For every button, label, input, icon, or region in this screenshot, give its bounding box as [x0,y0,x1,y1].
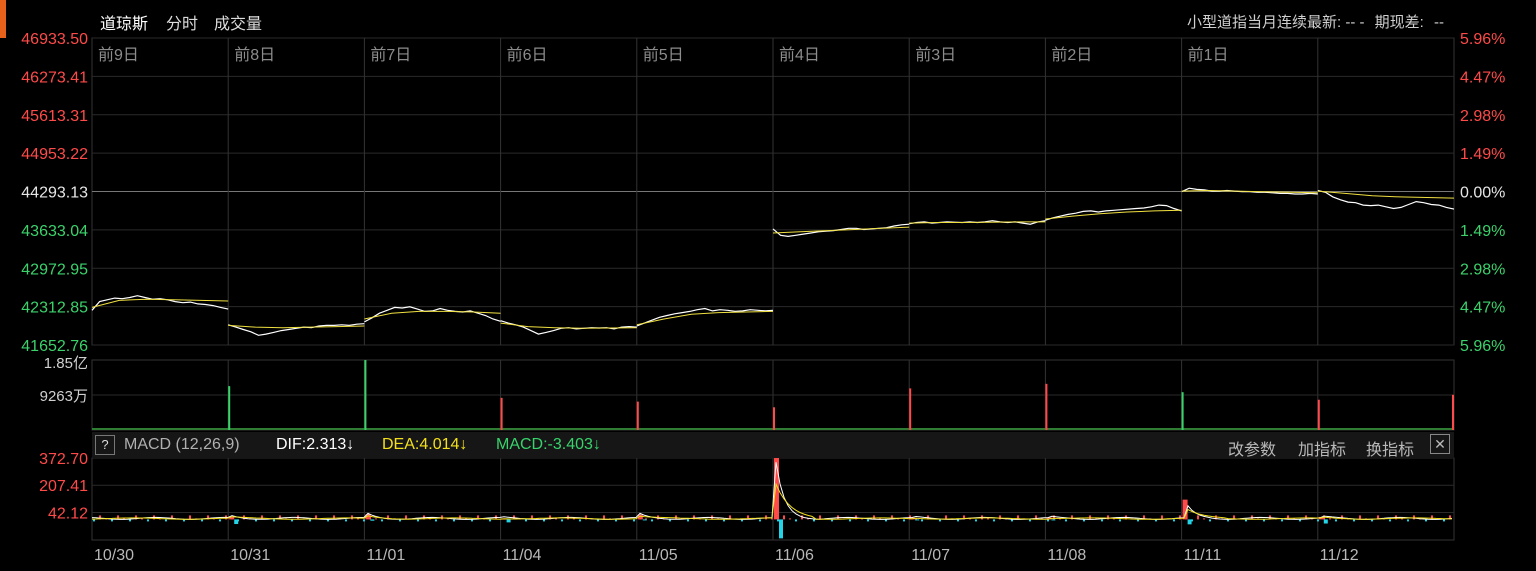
macd-histogram-bar [1323,519,1328,524]
percent-tick-label: 5.96% [1460,338,1505,355]
day-label: 前7日 [370,46,411,64]
price-tick-label: 43633.04 [21,223,88,240]
macd-value: MACD:-3.403↓ [496,436,601,453]
multi-day-chart[interactable]: 46933.50 5.96% 46273.41 4.47% 45613.31 2.98% 4… [0,0,1536,571]
close-icon[interactable]: ✕ [1430,434,1450,454]
date-label: 11/06 [775,547,814,564]
price-tick-label: 45613.31 [21,108,88,125]
price-tick-label: 42312.85 [21,300,88,317]
add-indicator-button[interactable]: 加指标 [1298,436,1346,460]
day-label: 前8日 [234,46,275,64]
price-line [500,320,637,335]
day-label: 前5日 [643,46,684,64]
date-label: 11/05 [639,547,678,564]
day-label: 前6日 [507,46,548,64]
macd-histogram-bar [506,519,511,523]
average-price-line [364,310,501,320]
percent-tick-label: 4.47% [1460,69,1505,86]
dea-line [91,482,1453,520]
date-label: 11/12 [1320,547,1359,564]
price-line [228,323,365,336]
price-line [91,295,229,311]
percent-tick-label: 2.98% [1460,108,1505,125]
date-label: 11/04 [503,547,542,564]
day-label: 前3日 [915,46,956,64]
price-tick-label: 41652.76 [21,338,88,355]
average-price-line [1317,190,1455,199]
price-tick-label: 44953.22 [21,146,88,163]
price-tick-label: 44293.13 [21,185,88,202]
macd-histogram-bar [779,519,783,539]
volume-tick-label: 9263万 [40,388,88,405]
macd-histogram-bar [370,519,375,521]
percent-tick-label: 0.00% [1460,185,1505,202]
average-price-line [228,324,365,329]
macd-name: MACD (12,26,9) [124,436,240,453]
price-tick-label: 46273.41 [21,69,88,86]
percent-tick-label: 5.96% [1460,31,1505,48]
macd-histogram-bar [642,519,647,521]
percent-tick-label: 1.49% [1460,146,1505,163]
macd-tick-label: 207.41 [39,478,88,495]
percent-tick-label: 1.49% [1460,223,1505,240]
price-tick-label: 46933.50 [21,31,88,48]
dif-line [91,462,1453,520]
date-label: 10/31 [230,547,270,564]
date-label: 10/30 [94,547,134,564]
date-label: 11/07 [911,547,950,564]
day-label: 前9日 [98,46,139,64]
macd-tick-label: 372.70 [39,451,88,468]
price-tick-label: 42972.95 [21,261,88,278]
percent-tick-label: 4.47% [1460,300,1505,317]
macd-histogram-bar [915,519,920,521]
day-label: 前2日 [1051,46,1092,64]
macd-histogram-bar [234,519,239,525]
date-label: 11/11 [1184,547,1222,564]
price-line [636,307,774,327]
date-label: 11/08 [1047,547,1086,564]
edit-params-button[interactable]: 改参数 [1228,436,1276,460]
date-label: 11/01 [366,547,405,564]
macd-tick-label: 42.12 [48,505,88,522]
switch-indicator-button[interactable]: 换指标 [1366,436,1414,460]
help-button[interactable]: ? [95,435,115,455]
percent-tick-label: 2.98% [1460,261,1505,278]
macd-indicator-bar: ? MACD (12,26,9) DIF:2.313↓ DEA:4.014↓ M… [92,432,1454,460]
macd-histogram-bar [1187,519,1192,525]
macd-histogram-bar [1051,519,1056,521]
volume-tick-label: 1.85亿 [44,355,88,372]
dea-value: DEA:4.014↓ [382,436,468,453]
day-label: 前1日 [1188,46,1229,64]
dif-value: DIF:2.313↓ [276,436,355,453]
average-price-line [500,322,637,329]
day-label: 前4日 [779,46,820,64]
